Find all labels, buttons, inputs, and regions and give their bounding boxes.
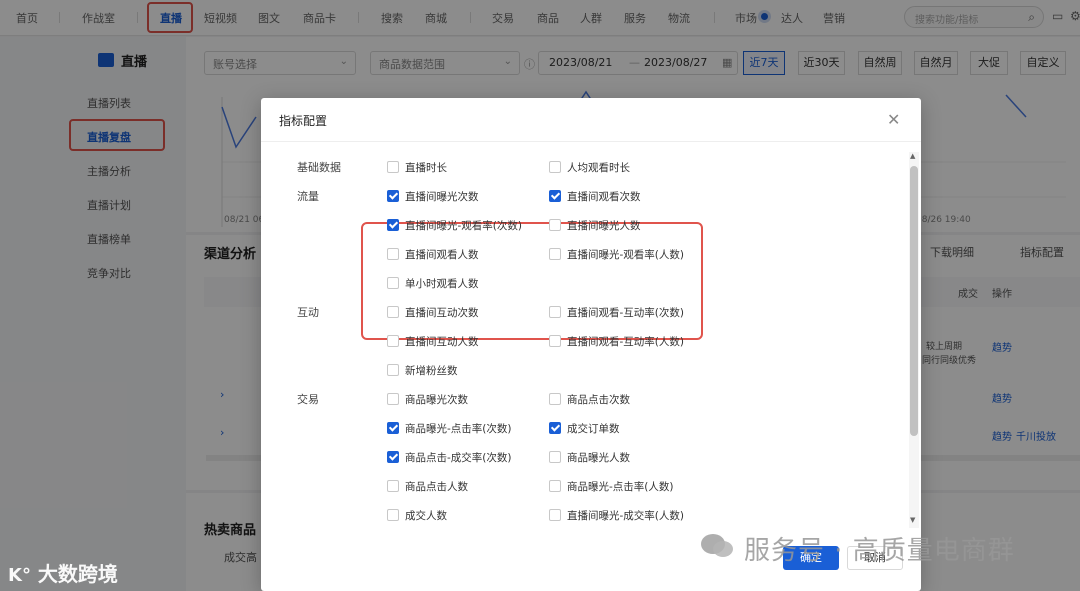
checkbox-empty-icon[interactable]	[387, 306, 399, 318]
group-label: 互动	[297, 306, 319, 319]
metric-checkbox[interactable]: 直播间观看次数	[549, 188, 641, 204]
metric-checkbox[interactable]: 商品曝光-点击率(人数)	[549, 478, 673, 494]
checkbox-empty-icon[interactable]	[549, 451, 561, 463]
metric-checkbox[interactable]: 直播间观看-互动率(人数)	[549, 333, 684, 349]
metric-checkbox-label: 人均观看时长	[567, 161, 630, 174]
checkbox-empty-icon[interactable]	[387, 364, 399, 376]
metric-checkbox[interactable]: 直播时长	[387, 159, 447, 175]
metric-checkbox-label: 单小时观看人数	[405, 277, 479, 290]
metric-checkbox-label: 直播间曝光人数	[567, 219, 641, 232]
metric-checkbox[interactable]: 成交订单数	[549, 420, 620, 436]
checkbox-checked-icon[interactable]	[387, 422, 399, 434]
watermark-left: K° 大数跨境	[8, 558, 118, 587]
metric-checkbox-label: 直播间观看人数	[405, 248, 479, 261]
group-label: 交易	[297, 393, 319, 406]
metric-checkbox-label: 商品曝光-点击率(次数)	[405, 422, 512, 435]
scroll-down-icon[interactable]: ▼	[910, 516, 915, 524]
dialog-header: 指标配置 ✕	[261, 98, 921, 142]
checkbox-empty-icon[interactable]	[549, 161, 561, 173]
metric-checkbox-label: 商品曝光-点击率(人数)	[567, 480, 674, 493]
checkbox-empty-icon[interactable]	[387, 480, 399, 492]
checkbox-empty-icon[interactable]	[387, 335, 399, 347]
checkbox-checked-icon[interactable]	[387, 451, 399, 463]
metric-checkbox-label: 商品点击人数	[405, 480, 468, 493]
metric-checkbox[interactable]: 商品点击人数	[387, 478, 468, 494]
metric-checkbox[interactable]: 单小时观看人数	[387, 275, 479, 291]
metric-checkbox[interactable]: 直播间观看-互动率(次数)	[549, 304, 684, 320]
group-label: 流量	[297, 190, 319, 203]
checkbox-empty-icon[interactable]	[387, 248, 399, 260]
checkbox-checked-icon[interactable]	[549, 190, 561, 202]
metric-checkbox-label: 商品点击次数	[567, 393, 630, 406]
checkbox-empty-icon[interactable]	[549, 393, 561, 405]
metric-checkbox[interactable]: 直播间曝光-观看率(人数)	[549, 246, 684, 262]
metric-checkbox[interactable]: 商品曝光次数	[387, 391, 468, 407]
metric-checkbox[interactable]: 直播间曝光次数	[387, 188, 479, 204]
metric-checkbox[interactable]: 直播间互动次数	[387, 304, 479, 320]
metric-checkbox-label: 直播间观看-互动率(人数)	[567, 335, 684, 348]
checkbox-empty-icon[interactable]	[549, 480, 561, 492]
brand-logo-icon: K°	[8, 565, 31, 586]
metric-checkbox[interactable]: 商品曝光人数	[549, 449, 630, 465]
metric-checkbox[interactable]: 直播间观看人数	[387, 246, 479, 262]
metric-checkbox-label: 直播间曝光-观看率(次数)	[405, 219, 522, 232]
group-label: 基础数据	[297, 161, 341, 174]
metric-checkbox-label: 直播间曝光-观看率(人数)	[567, 248, 684, 261]
metric-checkbox-label: 成交人数	[405, 509, 447, 522]
metric-config-dialog: 指标配置 ✕ 基础数据 直播时长 人均观看时长 流量 直播间曝光次数 直播间观看次数 直播间…	[261, 98, 921, 591]
dialog-body: 基础数据 直播时长 人均观看时长流量 直播间曝光次数 直播间观看次数直播间曝光-观看率(…	[261, 142, 921, 528]
metric-checkbox[interactable]: 商品点击-成交率(次数)	[387, 449, 511, 465]
metric-checkbox[interactable]: 商品点击次数	[549, 391, 630, 407]
metric-checkbox-label: 直播时长	[405, 161, 447, 174]
dialog-scrollbar[interactable]: ▲ ▼	[909, 152, 919, 528]
checkbox-empty-icon[interactable]	[387, 277, 399, 289]
metric-checkbox[interactable]: 直播间互动人数	[387, 333, 479, 349]
metric-checkbox-label: 直播间曝光-成交率(人数)	[567, 509, 684, 522]
metric-checkbox[interactable]: 新增粉丝数	[387, 362, 458, 378]
checkbox-empty-icon[interactable]	[387, 509, 399, 521]
metric-checkbox-label: 直播间互动人数	[405, 335, 479, 348]
metric-checkbox-label: 直播间互动次数	[405, 306, 479, 319]
metric-checkbox-label: 直播间观看次数	[567, 190, 641, 203]
checkbox-empty-icon[interactable]	[387, 161, 399, 173]
checkbox-empty-icon[interactable]	[549, 219, 561, 231]
scroll-up-icon[interactable]: ▲	[910, 152, 915, 160]
metric-checkbox-label: 新增粉丝数	[405, 364, 458, 377]
metric-checkbox-label: 成交订单数	[567, 422, 620, 435]
metric-checkbox[interactable]: 商品曝光-点击率(次数)	[387, 420, 511, 436]
checkbox-empty-icon[interactable]	[387, 393, 399, 405]
metric-checkbox[interactable]: 直播间曝光-观看率(次数)	[387, 217, 522, 233]
checkbox-empty-icon[interactable]	[549, 306, 561, 318]
wechat-logo-icon	[701, 534, 733, 557]
dialog-title: 指标配置	[279, 114, 328, 128]
metric-checkbox-label: 商品曝光人数	[567, 451, 630, 464]
metric-checkbox[interactable]: 直播间曝光人数	[549, 217, 641, 233]
checkbox-checked-icon[interactable]	[549, 422, 561, 434]
checkbox-empty-icon[interactable]	[549, 248, 561, 260]
metric-checkbox-label: 直播间观看-互动率(次数)	[567, 306, 684, 319]
watermark-right: 服务号 · 高质量电商群	[744, 536, 1015, 566]
watermark-left-text: 大数跨境	[37, 562, 118, 586]
checkbox-checked-icon[interactable]	[387, 190, 399, 202]
metric-checkbox[interactable]: 成交人数	[387, 507, 447, 523]
checkbox-empty-icon[interactable]	[549, 509, 561, 521]
metric-checkbox[interactable]: 直播间曝光-成交率(人数)	[549, 507, 684, 523]
checkbox-empty-icon[interactable]	[549, 335, 561, 347]
scroll-thumb[interactable]	[910, 166, 918, 436]
close-icon[interactable]: ✕	[887, 110, 900, 129]
metric-checkbox-label: 商品曝光次数	[405, 393, 468, 406]
metric-checkbox-label: 商品点击-成交率(次数)	[405, 451, 512, 464]
metric-checkbox-label: 直播间曝光次数	[405, 190, 479, 203]
checkbox-checked-icon[interactable]	[387, 219, 399, 231]
metric-checkbox[interactable]: 人均观看时长	[549, 159, 630, 175]
